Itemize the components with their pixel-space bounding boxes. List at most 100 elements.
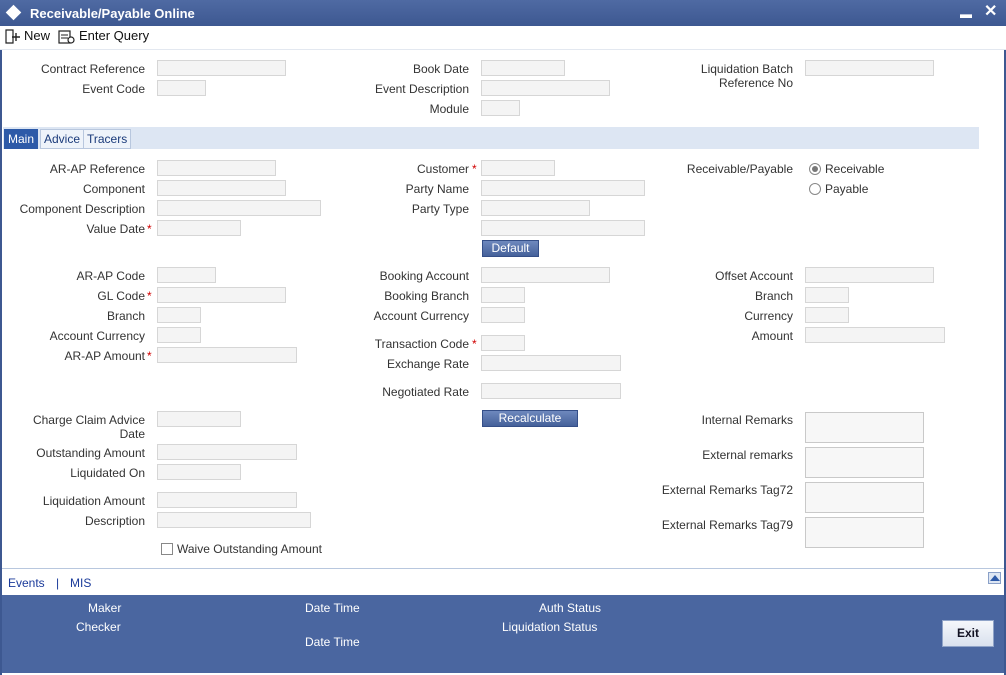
tab-main[interactable]: Main [4, 129, 39, 149]
liquidation-status-label: Liquidation Status [502, 620, 598, 634]
outstanding-amount-label: Outstanding Amount [36, 446, 145, 460]
exchange-rate-label: Exchange Rate [386, 357, 469, 371]
new-button[interactable]: New [4, 28, 52, 46]
new-label: New [24, 28, 51, 43]
account-currency-label: Account Currency [49, 329, 145, 343]
payable-radio[interactable] [809, 183, 821, 195]
event-code-field[interactable] [157, 80, 206, 96]
book-date-field[interactable] [481, 60, 565, 76]
window-title: Receivable/Payable Online [30, 6, 195, 21]
amount-label: Amount [751, 329, 793, 343]
maker-label: Maker [88, 601, 122, 615]
booking-account-label: Booking Account [379, 269, 469, 283]
booking-account-currency-label: Account Currency [373, 309, 469, 323]
scroll-up-icon[interactable] [988, 572, 1001, 584]
book-date-label: Book Date [412, 62, 469, 76]
minimize-button[interactable]: ▬ [960, 5, 972, 23]
charge-claim-advice-date-field[interactable] [157, 411, 241, 427]
arap-code-label: AR-AP Code [76, 269, 145, 283]
outstanding-amount-field[interactable] [157, 444, 297, 460]
events-link[interactable]: Events [8, 576, 45, 590]
booking-account-currency-field[interactable] [481, 307, 525, 323]
link-separator: | [56, 576, 60, 590]
booking-branch-field[interactable] [481, 287, 525, 303]
ext-remarks-tag79-label: External Remarks Tag79 [661, 518, 793, 532]
ext-remarks-tag79-field[interactable] [805, 517, 924, 548]
tab-tracers[interactable]: Tracers [83, 129, 132, 149]
offset-branch-label: Branch [754, 289, 793, 303]
customer-field[interactable] [481, 160, 555, 176]
enter-query-label: Enter Query [79, 28, 150, 43]
gl-code-required-mark: * [147, 289, 152, 303]
title-bar: Receivable/Payable Online ▬ ✕ [0, 0, 1006, 26]
component-field[interactable] [157, 180, 286, 196]
checker-date-time-label: Date Time [305, 635, 360, 649]
negotiated-rate-label: Negotiated Rate [382, 385, 469, 399]
component-label: Component [82, 182, 145, 196]
arap-reference-label: AR-AP Reference [49, 162, 145, 176]
component-description-field[interactable] [157, 200, 321, 216]
toolbar: New Enter Query [0, 26, 1006, 50]
booking-account-field[interactable] [481, 267, 610, 283]
checker-label: Checker [76, 620, 121, 634]
exchange-rate-field[interactable] [481, 355, 621, 371]
external-remarks-field[interactable] [805, 447, 924, 478]
account-currency-field[interactable] [157, 327, 201, 343]
arap-code-field[interactable] [157, 267, 216, 283]
ext-remarks-tag72-field[interactable] [805, 482, 924, 513]
currency-field[interactable] [805, 307, 849, 323]
liquidation-batch-label: Liquidation Batch Reference No [700, 62, 793, 90]
component-description-label: Component Description [19, 202, 145, 216]
arap-amount-field[interactable] [157, 347, 297, 363]
liquidation-batch-field[interactable] [805, 60, 934, 76]
offset-account-label: Offset Account [715, 269, 793, 283]
contract-reference-field[interactable] [157, 60, 286, 76]
internal-remarks-field[interactable] [805, 412, 924, 443]
waive-outstanding-checkbox[interactable] [161, 543, 173, 555]
event-description-field[interactable] [481, 80, 610, 96]
gl-code-field[interactable] [157, 287, 286, 303]
enter-query-button[interactable]: Enter Query [58, 28, 150, 46]
default-button[interactable]: Default [482, 240, 539, 257]
offset-account-field[interactable] [805, 267, 934, 283]
arap-reference-field[interactable] [157, 160, 276, 176]
offset-branch-field[interactable] [805, 287, 849, 303]
receivable-radio[interactable] [809, 163, 821, 175]
party-name-field[interactable] [481, 180, 645, 196]
event-code-label: Event Code [82, 82, 145, 96]
external-remarks-label: External remarks [702, 448, 793, 462]
module-label: Module [429, 102, 469, 116]
party-name-label: Party Name [405, 182, 469, 196]
liquidation-amount-field[interactable] [157, 492, 297, 508]
branch-field[interactable] [157, 307, 201, 323]
ext-remarks-tag72-label: External Remarks Tag72 [661, 483, 793, 497]
module-field[interactable] [481, 100, 520, 116]
exit-button[interactable]: Exit [942, 620, 994, 647]
new-document-icon [5, 29, 20, 44]
booking-branch-label: Booking Branch [384, 289, 469, 303]
liquidated-on-field[interactable] [157, 464, 241, 480]
transaction-code-field[interactable] [481, 335, 525, 351]
mis-link[interactable]: MIS [70, 576, 91, 590]
description-field[interactable] [157, 512, 311, 528]
tab-advice[interactable]: Advice [40, 129, 85, 149]
value-date-label: Value Date [86, 222, 145, 236]
value-date-field[interactable] [157, 220, 241, 236]
receivable-label: Receivable [825, 162, 885, 176]
party-type-field[interactable] [481, 200, 590, 216]
close-button[interactable]: ✕ [984, 3, 997, 21]
liquidation-amount-label: Liquidation Amount [42, 494, 145, 508]
diamond-icon [5, 4, 22, 21]
amount-field[interactable] [805, 327, 945, 343]
negotiated-rate-field[interactable] [481, 383, 621, 399]
transaction-code-label: Transaction Code [374, 337, 469, 351]
party-extra-field[interactable] [481, 220, 645, 236]
customer-required-mark: * [472, 162, 477, 176]
query-icon [58, 30, 75, 44]
recalculate-button[interactable]: Recalculate [482, 410, 578, 427]
gl-code-label: GL Code [97, 289, 145, 303]
transaction-code-required-mark: * [472, 337, 477, 351]
charge-claim-advice-date-label: Charge Claim Advice Date [32, 413, 145, 441]
internal-remarks-label: Internal Remarks [701, 413, 793, 427]
tab-bar: Main Advice Tracers [3, 127, 979, 149]
